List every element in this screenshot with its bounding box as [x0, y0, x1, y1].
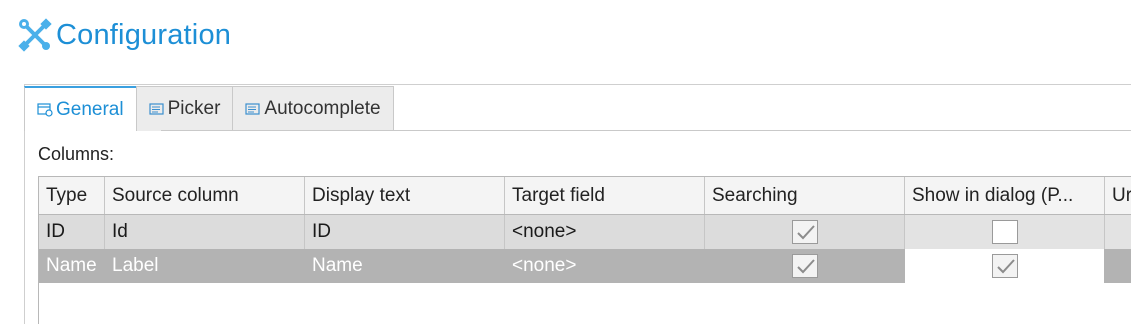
- tab-autocomplete[interactable]: Autocomplete: [232, 86, 394, 131]
- column-header-display-text[interactable]: Display text: [305, 177, 505, 214]
- cell-target-field[interactable]: <none>: [505, 249, 705, 283]
- autocomplete-tab-icon: [245, 103, 261, 115]
- checkmark-icon: [796, 225, 815, 240]
- tab-bar: General Picker Autocomplete: [24, 86, 394, 131]
- cell-truncated: [1105, 215, 1131, 249]
- cell-source-column[interactable]: Id: [105, 215, 305, 249]
- grid-header-row: Type Source column Display text Target f…: [39, 177, 1131, 215]
- cell-show-in-dialog: [905, 249, 1105, 283]
- column-header-target-field[interactable]: Target field: [505, 177, 705, 214]
- cell-type: ID: [39, 215, 105, 249]
- checkmark-icon: [996, 259, 1015, 274]
- cell-show-in-dialog: [905, 215, 1105, 249]
- tab-autocomplete-label: Autocomplete: [264, 98, 381, 119]
- cell-display-text[interactable]: ID: [305, 215, 505, 249]
- tab-picker[interactable]: Picker: [135, 86, 234, 131]
- searching-checkbox[interactable]: [791, 220, 818, 244]
- cell-target-field[interactable]: <none>: [505, 215, 705, 249]
- tools-icon: [18, 18, 52, 52]
- page-header: Configuration: [16, 14, 231, 56]
- table-row[interactable]: ID Id ID <none>: [39, 215, 1131, 249]
- cell-display-text[interactable]: Name: [305, 249, 505, 283]
- show-in-dialog-checkbox[interactable]: [991, 254, 1018, 278]
- column-header-searching[interactable]: Searching: [705, 177, 905, 214]
- columns-label: Columns:: [38, 144, 115, 164]
- cell-searching: [705, 215, 905, 249]
- cell-source-column[interactable]: Label: [105, 249, 305, 283]
- column-header-show-in-dialog[interactable]: Show in dialog (P...: [905, 177, 1105, 214]
- picker-tab-icon: [149, 103, 164, 115]
- column-header-source-column[interactable]: Source column: [105, 177, 305, 214]
- page-title: Configuration: [56, 18, 232, 51]
- tab-picker-label: Picker: [167, 98, 221, 119]
- columns-grid[interactable]: Type Source column Display text Target f…: [38, 176, 1131, 324]
- table-row[interactable]: Name Label Name <none>: [39, 249, 1131, 283]
- tab-divider: [161, 130, 1131, 131]
- show-in-dialog-checkbox[interactable]: [991, 220, 1018, 244]
- tab-general-label: General: [56, 98, 124, 120]
- cell-type: Name: [39, 249, 105, 283]
- column-header-type[interactable]: Type: [39, 177, 105, 214]
- cell-searching: [705, 249, 905, 283]
- checkmark-icon: [796, 259, 815, 274]
- searching-checkbox[interactable]: [791, 254, 818, 278]
- column-header-truncated[interactable]: Ur: [1105, 177, 1131, 214]
- general-tab-icon: [37, 102, 53, 117]
- cell-truncated: [1105, 249, 1131, 283]
- tab-general[interactable]: General: [24, 86, 137, 131]
